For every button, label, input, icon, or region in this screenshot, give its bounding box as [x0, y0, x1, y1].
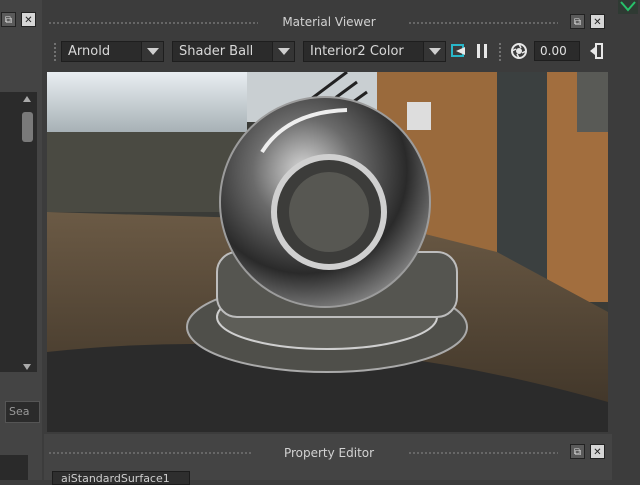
scrollbar-thumb[interactable] — [22, 112, 33, 142]
shader-ball-render — [47, 72, 608, 432]
float-window-icon[interactable]: ⧉ — [570, 444, 585, 459]
left-bottom-field — [0, 455, 28, 480]
environment-dropdown[interactable]: Interior2 Color — [303, 41, 446, 62]
close-icon[interactable]: ✕ — [21, 12, 36, 27]
chevron-down-icon[interactable] — [423, 42, 445, 61]
search-input[interactable]: Sea — [5, 401, 40, 423]
scroll-down-icon[interactable] — [23, 364, 31, 370]
scroll-up-icon[interactable] — [23, 96, 31, 102]
toolbar-handle[interactable] — [53, 42, 57, 62]
close-icon[interactable]: ✕ — [590, 444, 605, 459]
right-side-strip — [612, 0, 640, 480]
left-panel-header — [0, 81, 42, 91]
material-viewer-titlebar[interactable]: Material Viewer — [48, 12, 610, 32]
tab-aistandardsurface[interactable]: aiStandardSurface1 — [52, 471, 190, 485]
geometry-dropdown[interactable]: Shader Ball — [172, 41, 295, 62]
toolbar-separator — [498, 42, 502, 62]
scene-graph-icon[interactable] — [618, 0, 638, 14]
refresh-render-icon[interactable] — [450, 42, 468, 60]
geometry-label: Shader Ball — [179, 44, 254, 59]
renderer-label: Arnold — [68, 44, 111, 59]
exposure-icon[interactable] — [510, 42, 528, 60]
chevron-down-icon[interactable] — [141, 42, 163, 61]
close-icon[interactable]: ✕ — [590, 14, 605, 29]
property-editor-titlebar[interactable]: Property Editor — [48, 442, 610, 464]
float-window-icon[interactable]: ⧉ — [1, 12, 16, 27]
titlebar-grip-right — [408, 451, 558, 455]
exposure-field[interactable]: 0.00 — [534, 41, 580, 61]
pause-icon[interactable] — [475, 43, 489, 59]
toggle-panel-icon[interactable] — [588, 42, 604, 60]
material-preview-viewport[interactable] — [47, 72, 608, 432]
renderer-dropdown[interactable]: Arnold — [61, 41, 164, 62]
titlebar-grip-right — [408, 21, 558, 25]
float-window-icon[interactable]: ⧉ — [570, 14, 585, 29]
chevron-down-icon[interactable] — [272, 42, 294, 61]
environment-label: Interior2 Color — [310, 44, 404, 59]
